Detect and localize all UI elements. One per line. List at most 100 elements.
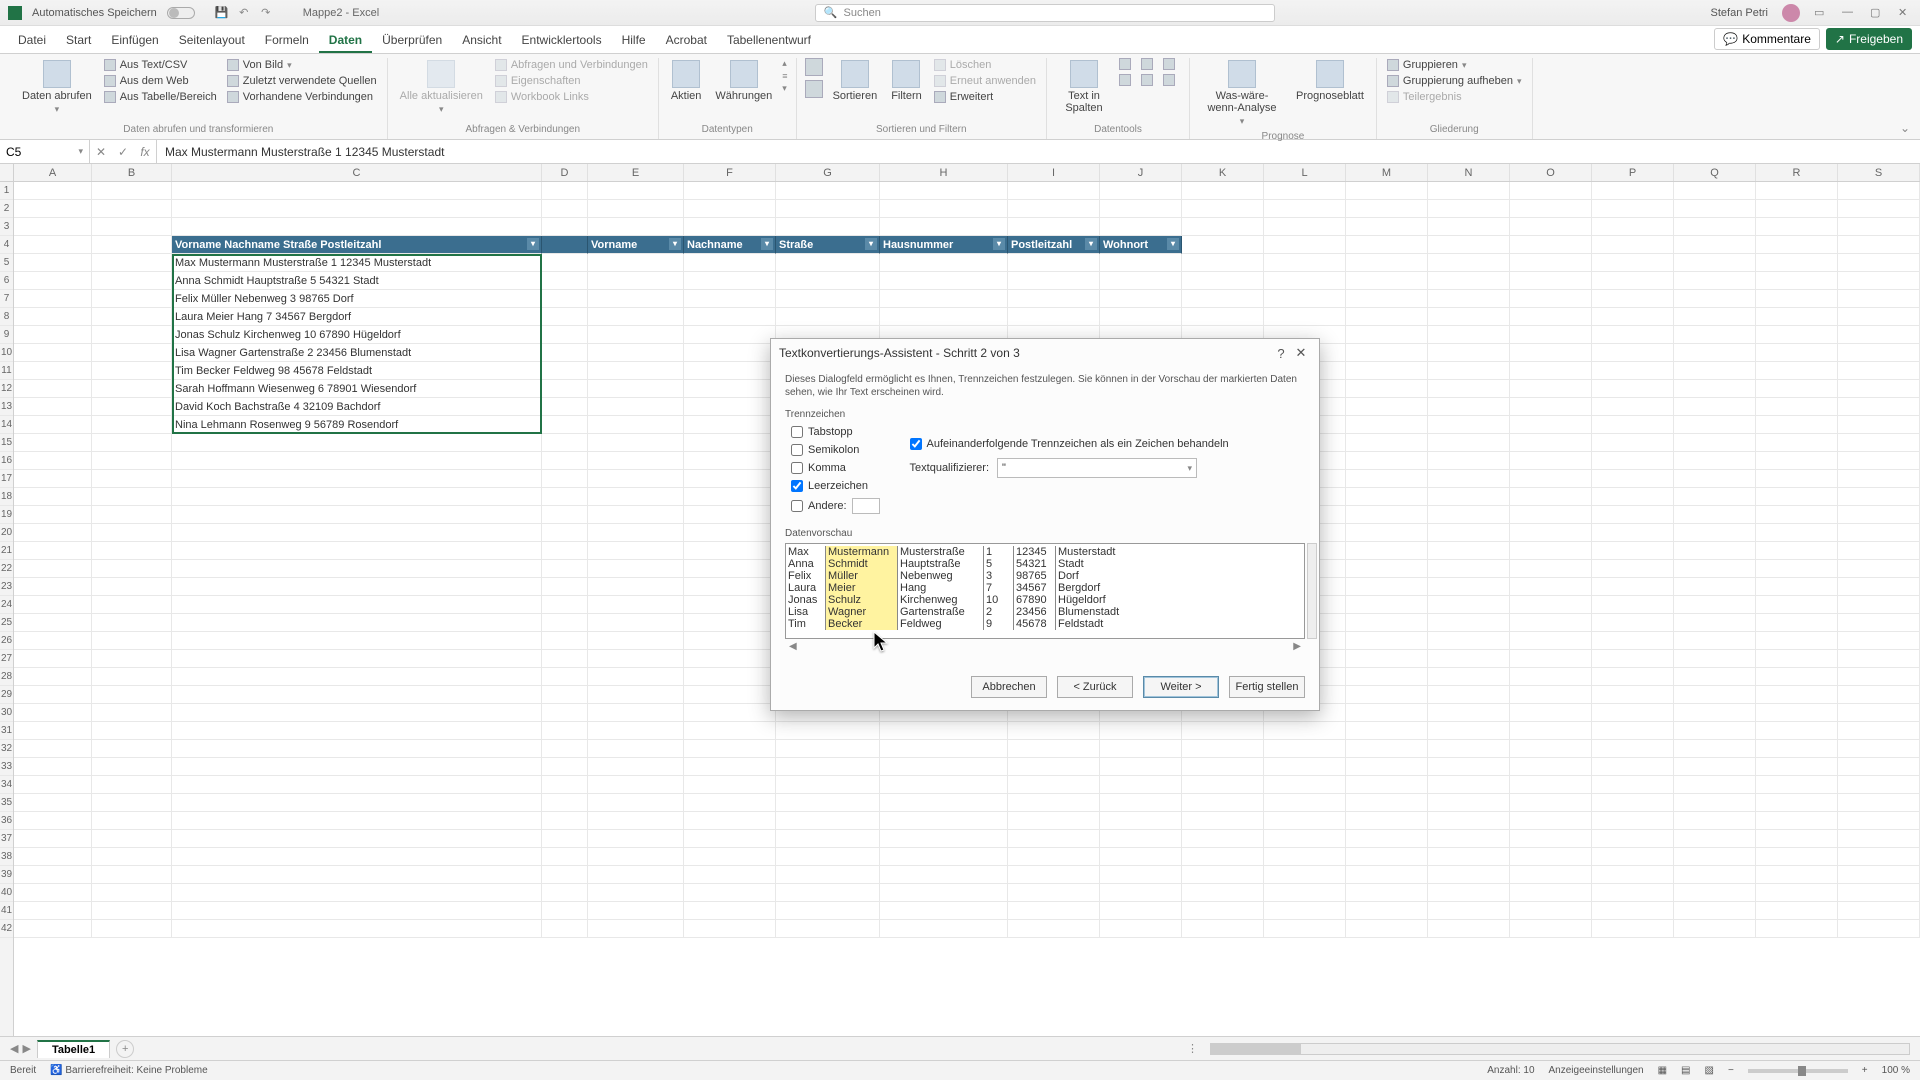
cell[interactable] [14, 452, 92, 470]
cell[interactable] [1592, 542, 1674, 560]
cell[interactable] [1428, 542, 1510, 560]
cell[interactable]: Hausnummer▾ [880, 236, 1008, 254]
cell[interactable] [92, 920, 172, 938]
cell[interactable] [776, 902, 880, 920]
cell[interactable] [684, 920, 776, 938]
cell[interactable] [1838, 830, 1920, 848]
cell[interactable] [1346, 704, 1428, 722]
cell[interactable] [1510, 182, 1592, 200]
cell[interactable] [1510, 920, 1592, 938]
cell[interactable] [1674, 182, 1756, 200]
row-header[interactable]: 28 [0, 668, 13, 686]
cell[interactable] [684, 218, 776, 236]
cell[interactable] [1756, 182, 1838, 200]
cell[interactable] [776, 920, 880, 938]
cell[interactable] [542, 524, 588, 542]
cell[interactable] [1100, 794, 1182, 812]
cell[interactable] [14, 344, 92, 362]
cell[interactable] [1428, 578, 1510, 596]
cell[interactable] [588, 524, 684, 542]
cell[interactable] [1264, 920, 1346, 938]
row-header[interactable]: 21 [0, 542, 13, 560]
cell[interactable] [1182, 794, 1264, 812]
cell[interactable] [588, 380, 684, 398]
cell[interactable] [1674, 470, 1756, 488]
row-header[interactable]: 9 [0, 326, 13, 344]
cell[interactable] [588, 578, 684, 596]
cell[interactable] [684, 686, 776, 704]
cell[interactable] [92, 722, 172, 740]
cell[interactable] [92, 434, 172, 452]
cell[interactable] [542, 200, 588, 218]
cell[interactable] [1592, 236, 1674, 254]
cell[interactable] [1838, 578, 1920, 596]
cell[interactable] [1428, 236, 1510, 254]
cell[interactable] [542, 272, 588, 290]
cell[interactable] [542, 488, 588, 506]
cell[interactable] [172, 650, 542, 668]
cell[interactable] [1264, 794, 1346, 812]
cell[interactable] [588, 560, 684, 578]
cell[interactable] [1838, 740, 1920, 758]
cell[interactable]: Lisa Wagner Gartenstraße 2 23456 Blumens… [172, 344, 542, 362]
cell[interactable] [1510, 830, 1592, 848]
column-header[interactable]: P [1592, 164, 1674, 181]
autosave-toggle[interactable] [167, 7, 195, 19]
cell[interactable] [1592, 704, 1674, 722]
row-header[interactable]: 5 [0, 254, 13, 272]
cell[interactable] [684, 740, 776, 758]
cell[interactable] [1428, 794, 1510, 812]
cell[interactable] [1838, 380, 1920, 398]
row-header[interactable]: 33 [0, 758, 13, 776]
cell[interactable] [542, 290, 588, 308]
cell[interactable] [542, 740, 588, 758]
cell[interactable] [542, 632, 588, 650]
cell[interactable] [684, 794, 776, 812]
cell[interactable] [172, 614, 542, 632]
currencies-button[interactable]: Währungen [711, 58, 776, 104]
cell[interactable] [1674, 650, 1756, 668]
cell[interactable] [1674, 704, 1756, 722]
recent-sources[interactable]: Zuletzt verwendete Quellen [225, 74, 379, 88]
cell[interactable] [1008, 758, 1100, 776]
cell[interactable] [1346, 326, 1428, 344]
cell[interactable] [1592, 596, 1674, 614]
cell[interactable] [172, 596, 542, 614]
cell[interactable] [542, 668, 588, 686]
cell[interactable] [880, 740, 1008, 758]
cell[interactable] [14, 794, 92, 812]
column-header[interactable]: S [1838, 164, 1920, 181]
cell[interactable] [92, 686, 172, 704]
filter-dropdown-icon[interactable]: ▾ [1085, 238, 1097, 250]
cell[interactable] [1346, 200, 1428, 218]
cell[interactable] [1346, 632, 1428, 650]
cell[interactable] [588, 596, 684, 614]
undo-icon[interactable]: ↶ [237, 6, 251, 20]
cell[interactable] [1008, 830, 1100, 848]
cell[interactable] [1674, 380, 1756, 398]
cell[interactable] [1510, 524, 1592, 542]
cell[interactable] [1756, 848, 1838, 866]
cell[interactable]: Jonas Schulz Kirchenweg 10 67890 Hügeldo… [172, 326, 542, 344]
cell[interactable] [542, 254, 588, 272]
cell[interactable] [1428, 344, 1510, 362]
cell[interactable] [1510, 542, 1592, 560]
cell[interactable] [92, 452, 172, 470]
zoom-out-icon[interactable]: − [1728, 1065, 1734, 1076]
forecast-sheet-button[interactable]: Prognoseblatt [1292, 58, 1368, 104]
share-button[interactable]: ↗ Freigeben [1826, 28, 1912, 50]
ribbon-tab-daten[interactable]: Daten [319, 29, 372, 53]
cell[interactable] [1674, 866, 1756, 884]
tab-next-icon[interactable]: ▶ [22, 1042, 30, 1055]
cell[interactable] [588, 884, 684, 902]
cancel-button[interactable]: Abbrechen [971, 676, 1047, 698]
cell[interactable] [588, 614, 684, 632]
cell[interactable] [1592, 722, 1674, 740]
cell[interactable] [1510, 704, 1592, 722]
cell[interactable] [1674, 344, 1756, 362]
cell[interactable] [1428, 308, 1510, 326]
cell[interactable] [588, 218, 684, 236]
collapse-ribbon-icon[interactable]: ⌄ [1900, 121, 1910, 135]
ribbon-tab-ansicht[interactable]: Ansicht [452, 29, 511, 53]
cell[interactable] [1592, 272, 1674, 290]
